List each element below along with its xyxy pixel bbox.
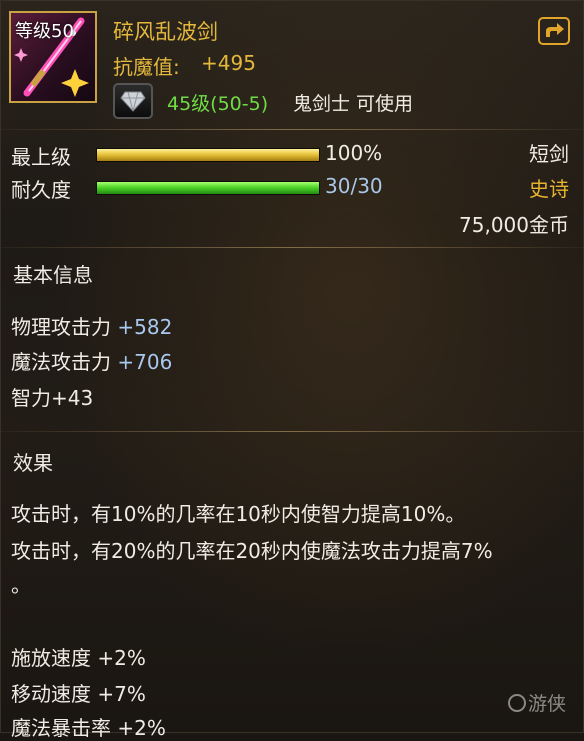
- effect-line: 攻击时，有10%的几率在10秒内使智力提高10%。: [11, 502, 466, 526]
- stat-value: +43: [51, 386, 94, 410]
- rarity-label: 史诗: [529, 177, 569, 201]
- effect-line: 移动速度 +7%: [11, 682, 146, 706]
- stat-value: +706: [117, 350, 173, 374]
- effect-line: 魔法暴击率 +2%: [11, 716, 166, 740]
- resist-label: 抗魔值:: [113, 55, 180, 79]
- stat-name: 智力: [11, 386, 51, 410]
- durability-value: 30/30: [325, 174, 383, 198]
- effect-line: 攻击时，有20%的几率在20秒内使魔法攻击力提高7%: [11, 539, 493, 563]
- grade-bar-fill: [97, 149, 319, 161]
- effect-line: 。: [11, 573, 31, 597]
- required-level: 45级(50-5): [167, 93, 269, 115]
- divider: [1, 129, 584, 130]
- item-price: 75,000金币: [459, 213, 569, 237]
- grade-bar: [96, 148, 320, 162]
- divider: [1, 431, 584, 432]
- stat-physical-attack: 物理攻击力 +582: [11, 311, 172, 340]
- divider: [1, 247, 584, 248]
- effects-title: 效果: [13, 451, 53, 475]
- stat-intelligence: 智力+43: [11, 382, 93, 411]
- item-name: 碎风乱波剑: [113, 20, 218, 44]
- stat-name: 魔法攻击力: [11, 350, 111, 374]
- share-button[interactable]: [538, 17, 570, 45]
- weapon-type: 短剑: [529, 142, 569, 166]
- item-level-tag: 等级50: [15, 21, 74, 42]
- share-arrow-icon: [546, 23, 564, 37]
- item-tooltip: 等级50 碎风乱波剑 抗魔值: +495 45级(50-5) 鬼剑士 可使用 最…: [0, 0, 584, 740]
- stat-name: 物理攻击力: [11, 315, 111, 339]
- gem-slot[interactable]: [113, 83, 153, 119]
- effect-line: 施放速度 +2%: [11, 646, 146, 670]
- grade-label: 最上级: [11, 145, 71, 169]
- watermark: 游侠: [508, 689, 566, 716]
- required-class: 鬼剑士 可使用: [293, 93, 414, 115]
- stat-value: +582: [117, 315, 173, 339]
- grade-value: 100%: [325, 141, 383, 165]
- durability-label: 耐久度: [11, 178, 71, 202]
- resist-value: +495: [201, 51, 256, 75]
- durability-bar-fill: [97, 182, 319, 194]
- watermark-logo-icon: [508, 694, 526, 712]
- stat-magic-attack: 魔法攻击力 +706: [11, 346, 172, 375]
- watermark-text: 游侠: [528, 693, 567, 715]
- durability-bar: [96, 181, 320, 195]
- basic-info-title: 基本信息: [13, 263, 93, 287]
- item-icon[interactable]: 等级50: [9, 11, 97, 103]
- diamond-icon: [120, 91, 146, 112]
